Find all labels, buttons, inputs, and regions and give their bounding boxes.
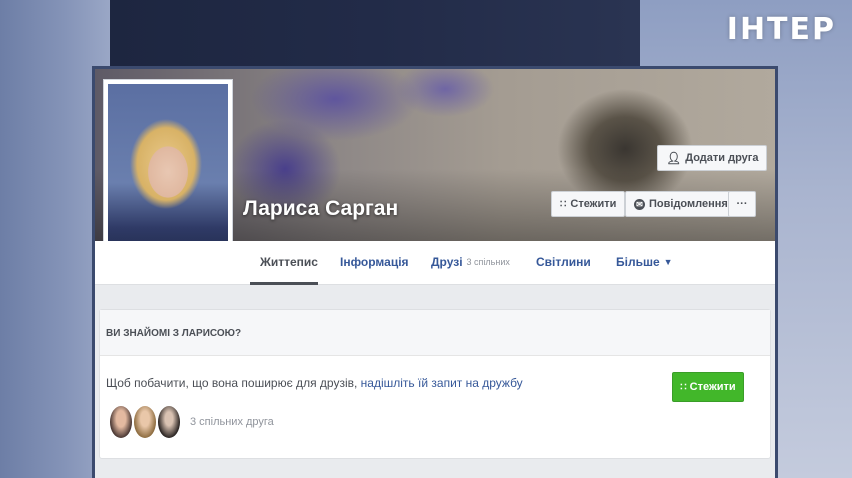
send-friend-request-link[interactable]: надішліть їй запит на дружбу — [361, 376, 523, 390]
add-friend-label: Додати друга — [685, 152, 759, 164]
follow-green-label: Стежити — [689, 381, 736, 393]
caret-down-icon: ▼ — [663, 257, 673, 267]
follow-label: Стежити — [570, 198, 617, 210]
message-button[interactable]: ✉ Повідомлення — [625, 191, 737, 217]
add-person-icon: 👤︎ — [666, 151, 682, 165]
avatar[interactable] — [132, 404, 158, 440]
tab-photos[interactable]: Світлини — [536, 255, 591, 269]
message-label: Повідомлення — [649, 198, 728, 210]
avatar[interactable] — [156, 404, 182, 440]
profile-nav: Життепис Інформація Друзі 3 спільних Сві… — [95, 241, 775, 285]
tab-label: Друзі — [431, 255, 463, 269]
tab-more[interactable]: Більше ▼ — [616, 255, 673, 269]
tab-timeline[interactable]: Життепис — [260, 255, 318, 269]
more-options-label: ··· — [736, 198, 748, 210]
channel-logo: ІНТЕР — [726, 12, 836, 47]
follow-button[interactable]: ∷ Стежити — [551, 191, 626, 217]
know-card-description: Щоб побачити, що вона поширює для друзів… — [106, 376, 358, 390]
tab-label: Світлини — [536, 255, 591, 269]
tv-background-top — [110, 0, 640, 70]
more-options-button[interactable]: ··· — [728, 191, 756, 217]
profile-name[interactable]: Лариса Сарган — [243, 197, 398, 221]
mutual-friends-text[interactable]: 3 спільних друга — [190, 416, 274, 428]
friends-count: 3 спільних — [466, 257, 510, 267]
know-card-header: Ви знайомі з Ларисою? — [100, 310, 770, 356]
active-tab-underline — [250, 282, 318, 285]
page-bottom-strip — [95, 461, 775, 478]
avatar[interactable] — [108, 404, 134, 440]
tab-label: Більше — [616, 255, 660, 269]
rss-icon: ∷ — [560, 198, 567, 210]
know-person-card: Ви знайомі з Ларисою? Щоб побачити, що в… — [99, 309, 771, 459]
profile-photo-image — [108, 84, 228, 264]
know-card-text: Щоб побачити, що вона поширює для друзів… — [106, 376, 523, 390]
follow-green-button[interactable]: ∷ Стежити — [672, 372, 744, 402]
add-friend-button[interactable]: 👤︎ Додати друга — [657, 145, 768, 171]
tab-label: Інформація — [340, 255, 409, 269]
rss-icon: ∷ — [680, 381, 687, 393]
tab-about[interactable]: Інформація — [340, 255, 409, 269]
facebook-profile-screen: Лариса Сарган 👤︎ Додати друга ∷ Стежити … — [92, 66, 778, 478]
tab-friends[interactable]: Друзі 3 спільних — [431, 255, 510, 269]
tab-label: Життепис — [260, 255, 318, 269]
mutual-friends[interactable]: 3 спільних друга — [108, 404, 274, 440]
messenger-icon: ✉ — [634, 198, 645, 210]
